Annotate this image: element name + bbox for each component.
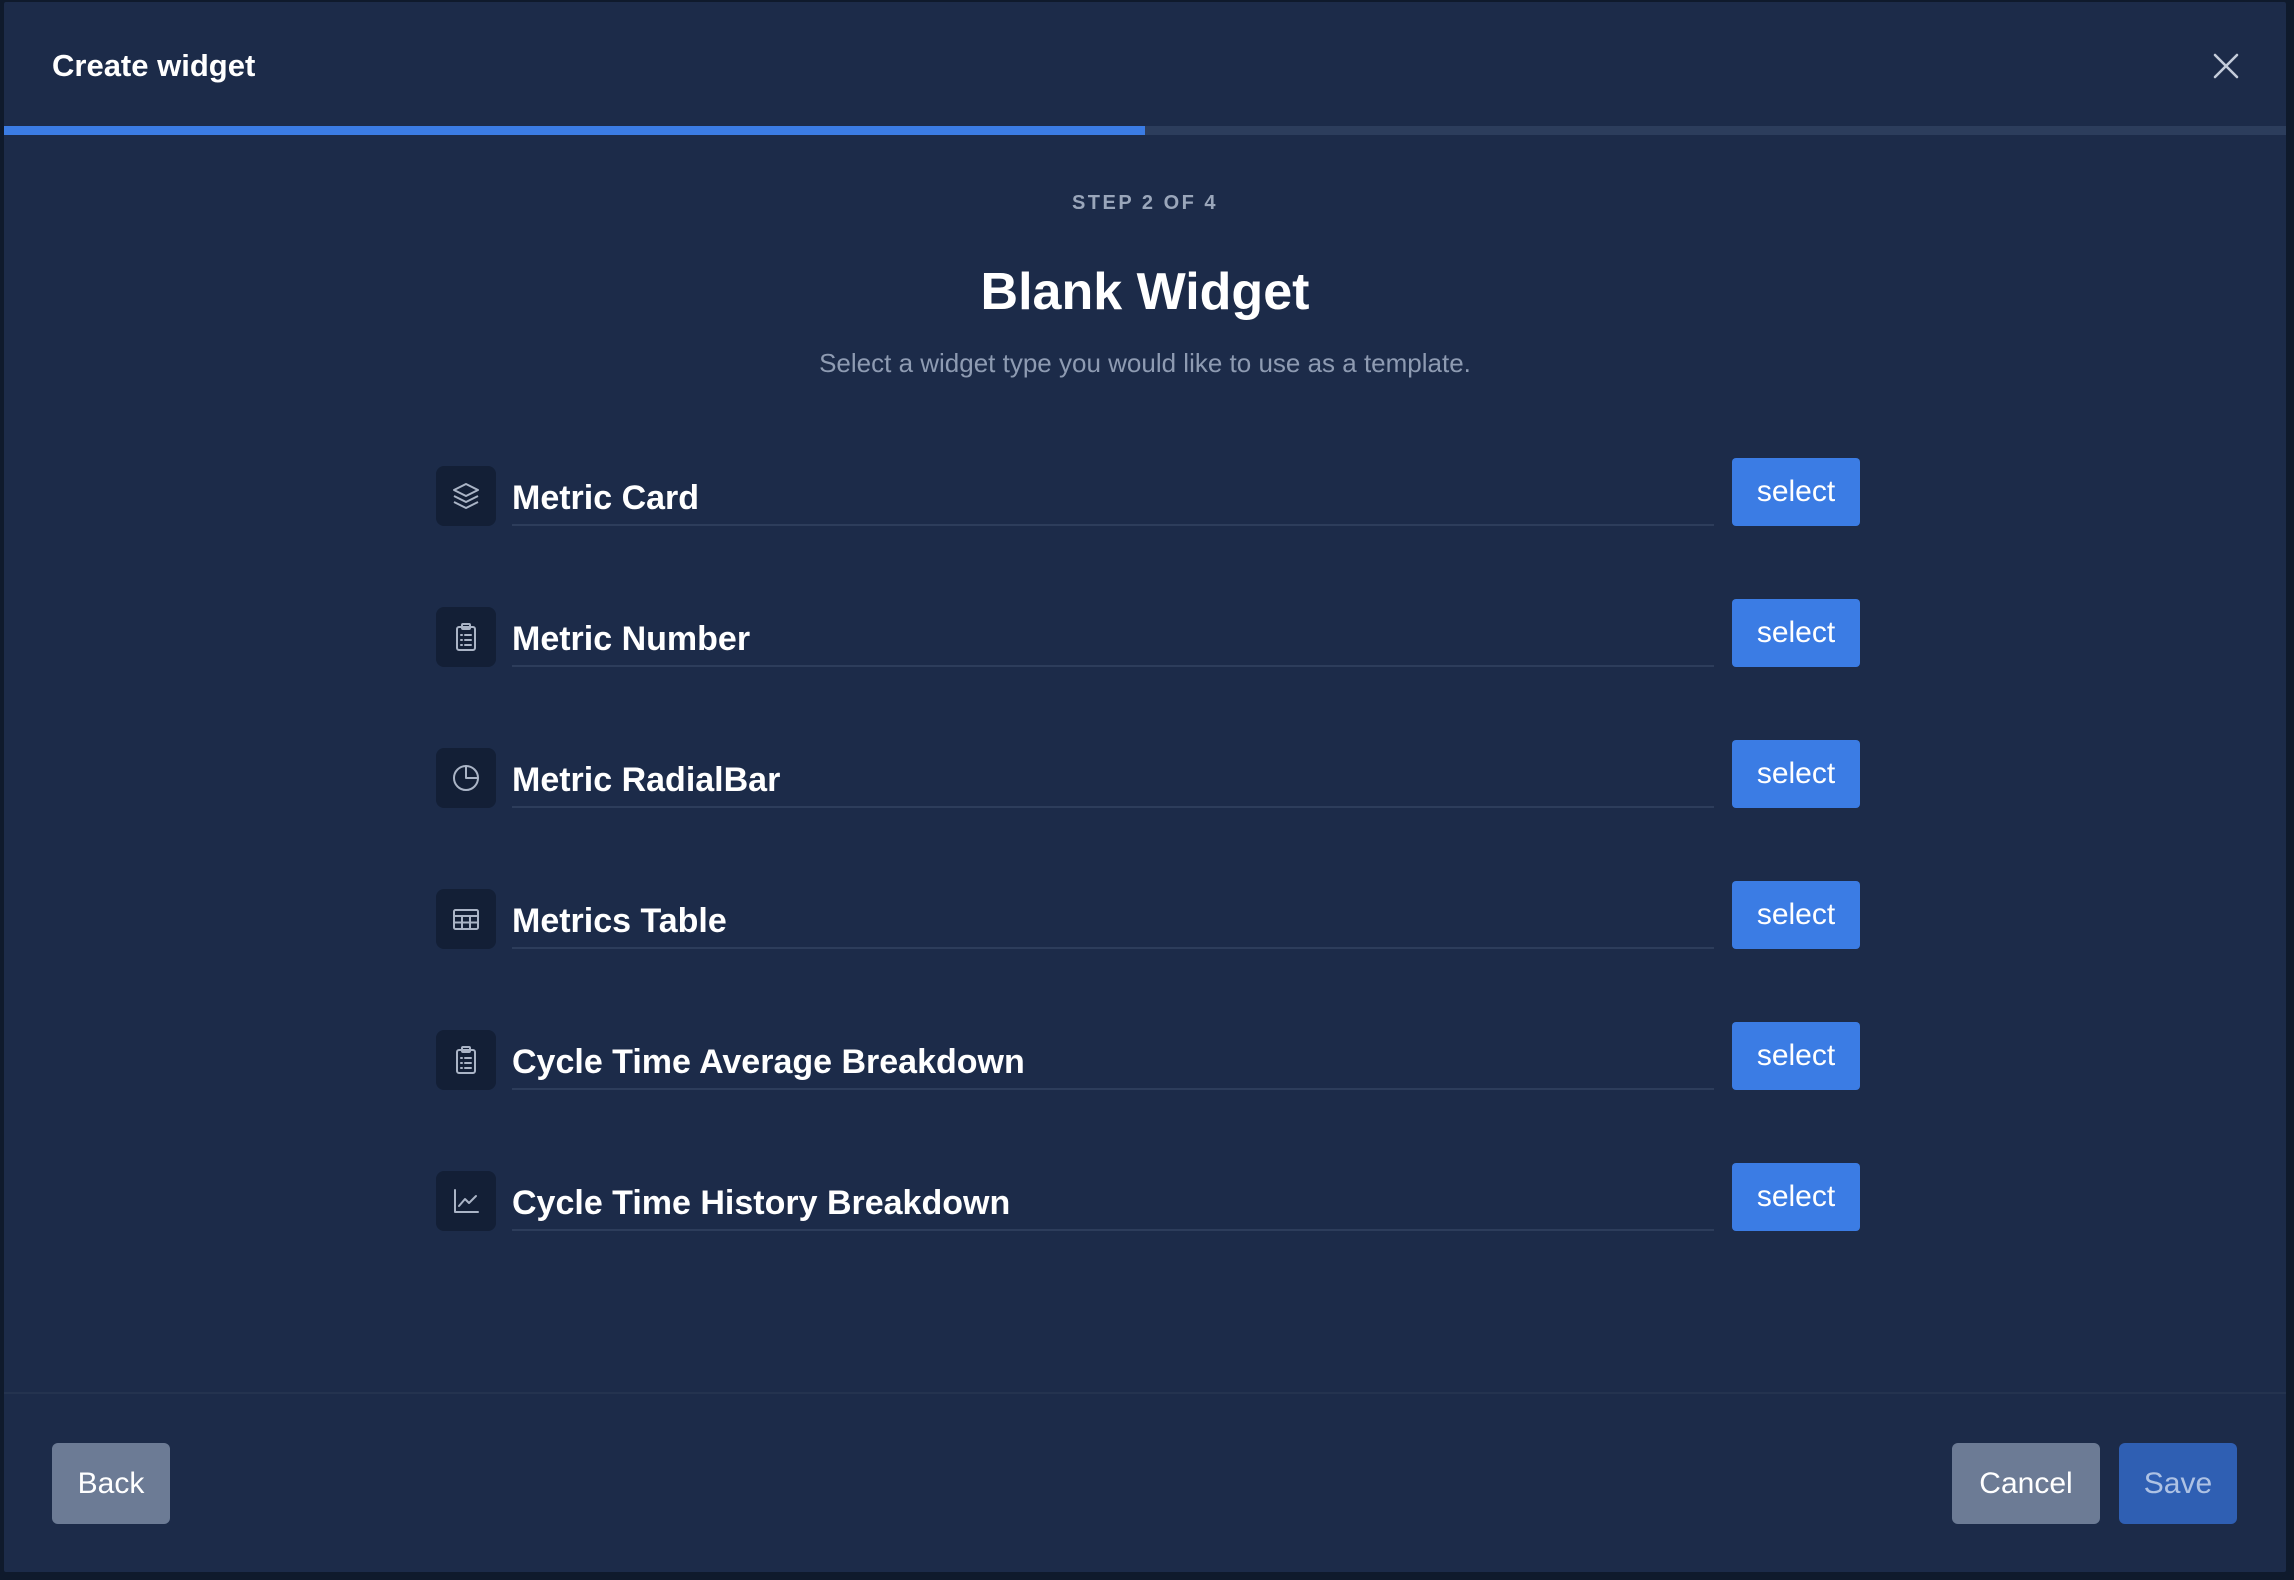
widget-name-container: Metrics Table [512,889,1714,949]
step-label: STEP 2 OF 4 [1071,192,1219,214]
progress-bar-fill [4,126,1145,135]
widget-name-container: Metric Card [512,466,1714,526]
widget-name-container: Cycle Time Average Breakdown [512,1030,1714,1090]
page-title: Blank Widget [980,263,1310,321]
page-subtitle: Select a widget type you would like to u… [819,348,1471,378]
select-button-metric-number[interactable]: select [1732,599,1860,667]
widget-name: Cycle Time History Breakdown [512,1184,1011,1222]
close-button[interactable] [2206,46,2246,86]
widget-type-list: Metric Card select Metric Number select [432,456,1864,1302]
widget-row-metrics-table: Metrics Table select [432,879,1864,1020]
widget-name: Metric Card [512,479,700,517]
widget-name: Cycle Time Average Breakdown [512,1043,1025,1081]
widget-name-container: Metric Number [512,607,1714,667]
cancel-button[interactable]: Cancel [1952,1443,2100,1524]
layers-icon [436,466,496,526]
widget-name: Metrics Table [512,902,727,940]
progress-bar [4,126,2286,135]
widget-name-container: Cycle Time History Breakdown [512,1171,1714,1231]
clipboard-list-icon [436,607,496,667]
clipboard-list-icon [436,1030,496,1090]
select-button-cycle-time-history-breakdown[interactable]: select [1732,1163,1860,1231]
widget-row-metric-card: Metric Card select [432,456,1864,597]
widget-name: Metric RadialBar [512,761,781,799]
select-button-metric-radialbar[interactable]: select [1732,740,1860,808]
widget-row-cycle-time-average-breakdown: Cycle Time Average Breakdown select [432,1020,1864,1161]
select-button-metric-card[interactable]: select [1732,458,1860,526]
select-button-metrics-table[interactable]: select [1732,881,1860,949]
select-button-cycle-time-average-breakdown[interactable]: select [1732,1022,1860,1090]
save-button[interactable]: Save [2119,1443,2237,1524]
line-chart-icon [436,1171,496,1231]
widget-row-cycle-time-history-breakdown: Cycle Time History Breakdown select [432,1161,1864,1302]
create-widget-modal: Create widget STEP 2 OF 4 Blank Widget S… [4,2,2286,1572]
table-icon [436,889,496,949]
widget-name-container: Metric RadialBar [512,748,1714,808]
modal-title: Create widget [52,48,256,83]
close-icon [2213,53,2239,79]
footer-divider [4,1392,2286,1394]
pie-chart-icon [436,748,496,808]
widget-row-metric-number: Metric Number select [432,597,1864,738]
widget-row-metric-radialbar: Metric RadialBar select [432,738,1864,879]
widget-name: Metric Number [512,620,751,658]
modal-header: Create widget [4,2,2286,128]
back-button[interactable]: Back [52,1443,170,1524]
